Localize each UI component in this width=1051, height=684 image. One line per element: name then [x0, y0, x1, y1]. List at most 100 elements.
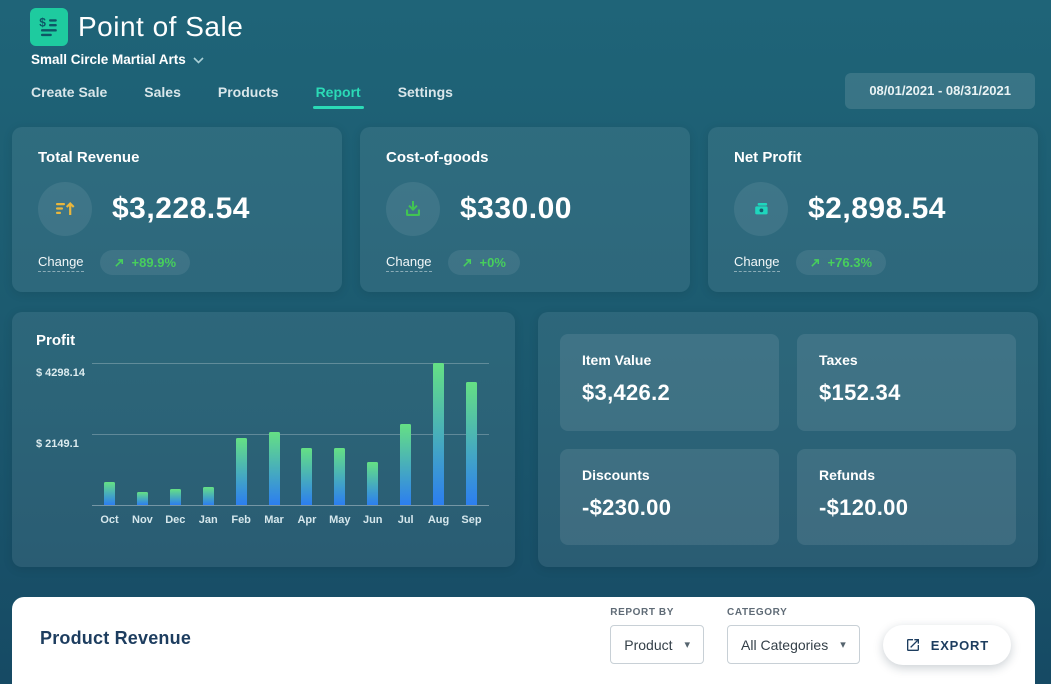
- summary-panel: Item Value $3,426.2 Taxes $152.34 Discou…: [538, 312, 1038, 567]
- chart-x-label: May: [329, 514, 350, 526]
- product-revenue-card: Product Revenue REPORT BY Product ▾ CATE…: [12, 597, 1035, 684]
- cash-stack-icon: [734, 182, 788, 236]
- chart-bar: [269, 432, 280, 505]
- chart-x-label: Nov: [132, 514, 153, 526]
- report-by-control: REPORT BY Product ▾: [610, 607, 704, 664]
- stat-value: $2,898.54: [808, 192, 946, 226]
- summary-value: $152.34: [819, 380, 994, 406]
- stat-cards-row: Total Revenue $3,228.54 Change: [12, 127, 1038, 292]
- chart-bar: [104, 482, 115, 505]
- trend-up-icon: [114, 257, 125, 268]
- category-value: All Categories: [741, 637, 828, 653]
- product-revenue-title: Product Revenue: [40, 628, 191, 649]
- tab-settings[interactable]: Settings: [398, 84, 453, 100]
- org-name: Small Circle Martial Arts: [31, 52, 186, 67]
- summary-card-refunds: Refunds -$120.00: [797, 449, 1016, 546]
- chart-x-label: Jul: [398, 514, 414, 526]
- summary-value: $3,426.2: [582, 380, 757, 406]
- chart-bar: [367, 462, 378, 505]
- change-label: Change: [38, 254, 84, 272]
- chevron-down-icon: ▾: [840, 638, 846, 651]
- report-by-value: Product: [624, 637, 672, 653]
- change-badge: +0%: [448, 250, 520, 275]
- chart-bar: [137, 492, 148, 505]
- export-icon: [905, 637, 921, 653]
- report-by-dropdown[interactable]: Product ▾: [610, 625, 704, 664]
- chart-y-tick-label: $ 2149.1: [36, 438, 79, 450]
- chart-bar-column: Apr: [301, 363, 312, 505]
- chart-bar: [433, 363, 444, 505]
- trend-up-icon: [810, 257, 821, 268]
- summary-card-discounts: Discounts -$230.00: [560, 449, 779, 546]
- chart-x-label: Aug: [428, 514, 449, 526]
- stat-card-cost-of-goods: Cost-of-goods $330.00 Change +0%: [360, 127, 690, 292]
- change-label: Change: [734, 254, 780, 272]
- stat-title: Cost-of-goods: [386, 149, 664, 166]
- chart-title: Profit: [36, 332, 491, 349]
- org-selector[interactable]: Small Circle Martial Arts: [31, 52, 204, 67]
- download-tray-icon: [386, 182, 440, 236]
- chart-x-label: Jun: [363, 514, 383, 526]
- trend-up-icon: [462, 257, 473, 268]
- category-label: CATEGORY: [727, 607, 860, 618]
- chart-bar-column: Jun: [367, 363, 378, 505]
- svg-text:$: $: [39, 15, 46, 29]
- chart-bar-column: Feb: [236, 363, 247, 505]
- chart-bar-column: Aug: [433, 363, 444, 505]
- summary-card-taxes: Taxes $152.34: [797, 334, 1016, 431]
- tab-report[interactable]: Report: [316, 84, 361, 100]
- tab-create-sale[interactable]: Create Sale: [31, 84, 107, 100]
- chart-x-label: Jan: [199, 514, 218, 526]
- chart-bar: [301, 448, 312, 505]
- app-logo-icon: $: [30, 8, 68, 46]
- stat-title: Total Revenue: [38, 149, 316, 166]
- chart-bar-column: Dec: [170, 363, 181, 505]
- summary-value: -$230.00: [582, 495, 757, 521]
- profit-bar-chart: $ 4298.14 $ 2149.1 OctNovDecJanFebMarApr…: [36, 351, 491, 541]
- summary-card-item-value: Item Value $3,426.2: [560, 334, 779, 431]
- profit-chart-card: Profit $ 4298.14 $ 2149.1 OctNovDecJanFe…: [12, 312, 515, 567]
- chart-bar: [334, 448, 345, 505]
- chart-bar-column: Jul: [400, 363, 411, 505]
- change-label: Change: [386, 254, 432, 272]
- stat-value: $330.00: [460, 192, 572, 226]
- summary-label: Discounts: [582, 467, 757, 483]
- category-control: CATEGORY All Categories ▾: [727, 607, 860, 664]
- chart-bars: OctNovDecJanFebMarAprMayJunJulAugSep: [92, 363, 489, 505]
- chart-bar-column: Sep: [466, 363, 477, 505]
- stat-card-total-revenue: Total Revenue $3,228.54 Change: [12, 127, 342, 292]
- chart-bar-column: May: [334, 363, 345, 505]
- chart-bar: [236, 438, 247, 505]
- chart-x-label: Apr: [297, 514, 316, 526]
- export-button[interactable]: EXPORT: [883, 625, 1011, 665]
- change-badge: +76.3%: [796, 250, 886, 275]
- report-by-label: REPORT BY: [610, 607, 704, 618]
- summary-value: -$120.00: [819, 495, 994, 521]
- stat-title: Net Profit: [734, 149, 1012, 166]
- chart-bar: [466, 382, 477, 505]
- chart-x-label: Dec: [165, 514, 185, 526]
- summary-label: Item Value: [582, 352, 757, 368]
- chart-bar: [400, 424, 411, 505]
- summary-label: Taxes: [819, 352, 994, 368]
- chart-x-label: Sep: [461, 514, 481, 526]
- stat-value: $3,228.54: [112, 192, 250, 226]
- main-nav: Create Sale Sales Products Report Settin…: [31, 84, 453, 100]
- chart-bar-column: Jan: [203, 363, 214, 505]
- date-range-button[interactable]: 08/01/2021 - 08/31/2021: [845, 73, 1035, 109]
- tab-products[interactable]: Products: [218, 84, 279, 100]
- chart-x-label: Mar: [264, 514, 284, 526]
- chart-y-tick-label: $ 4298.14: [36, 367, 85, 379]
- sort-amount-up-icon: [38, 182, 92, 236]
- chevron-down-icon: ▾: [685, 638, 691, 651]
- change-badge: +89.9%: [100, 250, 190, 275]
- category-dropdown[interactable]: All Categories ▾: [727, 625, 860, 664]
- export-label: EXPORT: [931, 638, 989, 653]
- chart-bar-column: Nov: [137, 363, 148, 505]
- summary-label: Refunds: [819, 467, 994, 483]
- tab-sales[interactable]: Sales: [144, 84, 181, 100]
- chart-bar: [203, 487, 214, 505]
- chevron-down-icon: [193, 57, 204, 64]
- chart-plot-area: OctNovDecJanFebMarAprMayJunJulAugSep: [92, 363, 489, 506]
- stat-card-net-profit: Net Profit $2,898.54 Change +7: [708, 127, 1038, 292]
